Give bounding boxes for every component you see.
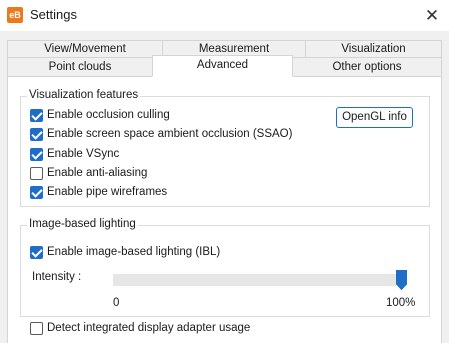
occlusion-culling-checkbox[interactable]: Enable occlusion culling <box>30 107 170 123</box>
checkbox-checked-icon <box>30 147 43 161</box>
checkbox-unchecked-icon <box>30 321 43 335</box>
checkbox-checked-icon <box>30 245 43 259</box>
intensity-slider-thumb[interactable] <box>396 270 407 290</box>
checkbox-checked-icon <box>30 127 43 141</box>
intensity-slider-track[interactable] <box>113 274 407 286</box>
ibl-checkbox[interactable]: Enable image-based lighting (IBL) <box>30 244 220 260</box>
checkbox-label: Enable occlusion culling <box>47 109 170 121</box>
detect-adapter-checkbox[interactable]: Detect integrated display adapter usage <box>30 320 250 336</box>
tab-view-movement[interactable]: View/Movement <box>7 40 163 58</box>
intensity-min-label: 0 <box>113 297 120 309</box>
checkbox-label: Enable image-based lighting (IBL) <box>47 246 221 258</box>
checkbox-label: Enable pipe wireframes <box>47 186 168 198</box>
tab-other-options[interactable]: Other options <box>292 57 442 77</box>
window-title: Settings <box>30 7 77 22</box>
image-based-lighting-title: Image-based lighting <box>27 218 138 230</box>
intensity-max-label: 100% <box>386 297 416 309</box>
vsync-checkbox[interactable]: Enable VSync <box>30 146 119 162</box>
checkbox-unchecked-icon <box>30 166 43 180</box>
close-button[interactable]: ✕ <box>415 0 449 31</box>
checkbox-label: Enable anti-aliasing <box>47 167 148 179</box>
checkbox-label: Enable screen space ambient occlusion (S… <box>47 128 293 140</box>
close-icon: ✕ <box>424 6 440 25</box>
checkbox-checked-icon <box>30 185 43 199</box>
opengl-info-button[interactable]: OpenGL info <box>336 107 413 128</box>
pipe-wireframes-checkbox[interactable]: Enable pipe wireframes <box>30 184 167 200</box>
tab-advanced[interactable]: Advanced <box>152 55 293 77</box>
visualization-features-title: Visualization features <box>27 89 141 101</box>
ssao-checkbox[interactable]: Enable screen space ambient occlusion (S… <box>30 126 292 142</box>
intensity-label: Intensity : <box>32 271 82 283</box>
image-based-lighting-group <box>20 225 430 317</box>
checkbox-label: Detect integrated display adapter usage <box>47 322 251 334</box>
anti-aliasing-checkbox[interactable]: Enable anti-aliasing <box>30 165 147 181</box>
title-bar: eB Settings ✕ <box>0 0 449 31</box>
checkbox-checked-icon <box>30 108 43 122</box>
app-icon: eB <box>7 7 23 23</box>
tab-point-clouds[interactable]: Point clouds <box>7 57 153 77</box>
tab-visualization[interactable]: Visualization <box>305 40 442 58</box>
checkbox-label: Enable VSync <box>47 148 120 160</box>
